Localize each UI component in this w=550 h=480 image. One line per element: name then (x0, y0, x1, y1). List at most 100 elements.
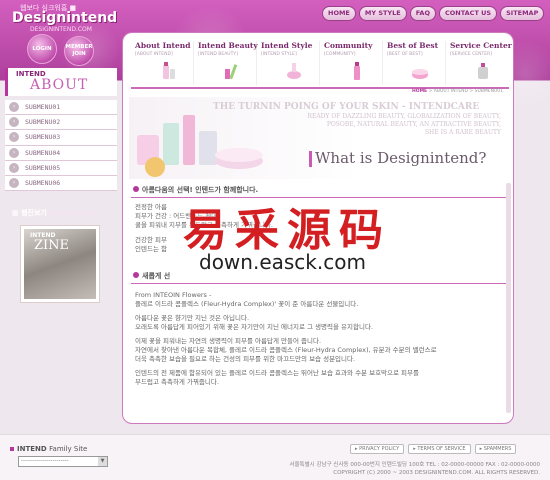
about-title: ABOUT (30, 77, 89, 93)
gnb-sub: [COMMUNITY] (324, 52, 356, 57)
paragraph-line: 더욱 촉촉한 보습을 필요로 하는 건성의 피부를 위한 마끄드만의 보습 성분… (135, 355, 356, 363)
gnb-service-center[interactable]: Service Center [SERVICE CENTER] (446, 41, 512, 85)
square-bullet-icon (10, 447, 14, 451)
hero-description: READY OF DAZZLING BEAUTY, GLOBALIZATION … (307, 113, 501, 137)
section2-body: From INTEOIN Flowers - 플레르 이드라 콤플렉스 (Fle… (135, 291, 437, 387)
gnb-sub: [INTEND BEAUTY] (198, 52, 238, 57)
hero-tagline: THE TURNIN POING OF YOUR SKIN - INTENDCA… (213, 102, 480, 112)
compact-icon (287, 63, 301, 79)
nav-contact-us[interactable]: CONTACT US (438, 6, 498, 21)
book-icon: ▦ (12, 209, 19, 217)
perfume-icon (478, 63, 488, 79)
cosmetics-product-image (137, 115, 263, 177)
copyright-line: COPYRIGHT (C) 2000 ~ 2003 DESIGNINTEND.C… (333, 470, 540, 476)
gnb-title: Community (324, 41, 373, 50)
link-label: SPAMMERS (483, 446, 512, 452)
login-button[interactable]: LOGIN (27, 34, 57, 64)
cream-jar-icon (412, 69, 428, 79)
paragraph-line: 오래도록 아름답게 피어있기 위해 꽃은 자기만이 지닌 에너지로 그 생명력을… (135, 323, 374, 331)
gnb-title: Intend Beauty (198, 41, 258, 50)
member-join-button[interactable]: MEMBER JOIN (64, 36, 94, 66)
breadcrumb-current: SUBMENU01 (474, 89, 503, 94)
submenu-label: SUBMENU03 (25, 133, 61, 142)
watermark-url: down.easck.com (196, 250, 369, 274)
hero-description-line: READY OF DAZZLING BEAUTY, GLOBALIZATION … (307, 113, 501, 120)
webzine-title: 웹진보기 (21, 209, 47, 217)
gnb-sub: [BEST OF BEST] (387, 52, 423, 57)
section-divider (131, 283, 507, 284)
watermark-cn: 易采源码 (183, 205, 391, 256)
gnb-intend-beauty[interactable]: Intend Beauty [INTEND BEAUTY] (194, 41, 258, 85)
page-title: What is Designintend? (315, 149, 487, 167)
bullet-icon (133, 186, 139, 192)
webzine-cover[interactable]: INTEND ZINE (20, 225, 100, 303)
cosmetic-bottle-icon (163, 62, 175, 79)
logo-domain: DESIGNINTEND.COM (30, 26, 92, 33)
nav-sitemap[interactable]: SITEMAP (500, 6, 545, 21)
webzine-cover-image: INTEND ZINE (24, 229, 96, 299)
gnb-title: Best of Best (387, 41, 439, 50)
section-heading-text: 아름다움의 선택! 인텐드가 함께합니다. (142, 186, 259, 194)
gnb-title: Intend Style (261, 41, 313, 50)
logo[interactable]: Designintend (12, 10, 117, 26)
privacy-policy-link[interactable]: ▸ PRIVACY POLICY (350, 444, 405, 454)
chevron-right-icon: › (9, 162, 19, 173)
submenu-list: › SUBMENU01 › SUBMENU02 › SUBMENU03 › SUBMEN… (5, 100, 117, 192)
submenu-item[interactable]: › SUBMENU05 (5, 160, 117, 176)
family-site-label: INTEND Family Site (10, 445, 87, 453)
gnb-intend-style[interactable]: Intend Style [INTEND STYLE] (257, 41, 320, 85)
paragraph-line: 인텐드의 전 제품에 함유되어 있는 플레르 이드라 콤플렉스는 뛰어난 보습 … (135, 369, 420, 377)
submenu-item[interactable]: › SUBMENU03 (5, 130, 117, 146)
submenu-label: SUBMENU05 (25, 163, 61, 172)
submenu-label: SUBMENU06 (25, 179, 61, 188)
breadcrumb: HOME > ABOUT INTEND > SUBMENU01 (412, 89, 503, 94)
gnb-best-of-best[interactable]: Best of Best [BEST OF BEST] (383, 41, 446, 85)
submenu-item[interactable]: › SUBMENU01 (5, 100, 117, 116)
gnb-sub: [INTEND STYLE] (261, 52, 297, 57)
link-label: TERMS OF SERVICE (417, 446, 466, 452)
family-site-select[interactable]: ------------------------ (18, 456, 108, 467)
gnb-title: Service Center (450, 41, 512, 50)
bullet-icon (133, 272, 139, 278)
section-heading-text: 새롭게 선 (142, 272, 171, 280)
paragraph-line: 아름다운 꽃은 향기만 지닌 것은 아닙니다. (135, 314, 250, 322)
paragraph-line: 플레르 이드라 콤플렉스 (Fleur-Hydra Complex)' 꽃이 준… (135, 300, 359, 308)
hero-description-line: POSOBE, NATURAL BEAUTY, AN ATTRACTIVE BE… (326, 121, 501, 128)
gnb-title: About Intend (135, 41, 191, 50)
main-nav: About Intend [ABOUT INTEND] Intend Beaut… (131, 41, 512, 85)
family-site-text: Family Site (49, 445, 88, 453)
chevron-right-icon: › (9, 132, 19, 143)
spammers-link[interactable]: ▸ SPAMMERS (474, 444, 517, 454)
chevron-right-icon: › (9, 178, 19, 189)
paragraph-line: From INTEOIN Flowers - (135, 291, 212, 299)
top-nav: HOME MY STYLE FAQ CONTACT US SITEMAP (322, 6, 545, 21)
submenu-label: SUBMENU02 (25, 118, 61, 127)
paragraph-line: 부드럽고 촉촉하게 가꿔줍니다. (135, 378, 219, 386)
webzine-sub: [VIEW WEBZINE] (49, 211, 96, 217)
footer-links: ▸ PRIVACY POLICY ▸ TERMS OF SERVICE ▸ SP… (350, 444, 517, 454)
breadcrumb-section[interactable]: ABOUT INTEND (434, 89, 468, 94)
breadcrumb-home[interactable]: HOME (412, 89, 427, 94)
submenu-label: SUBMENU04 (25, 148, 61, 157)
nav-faq[interactable]: FAQ (409, 6, 436, 21)
gnb-about-intend[interactable]: About Intend [ABOUT INTEND] (131, 41, 194, 85)
nav-my-style[interactable]: MY STYLE (358, 6, 407, 21)
footer-address: 서울특별시 강남구 신사동 000-00번지 인텐드빌딩 100호 TEL : … (289, 461, 540, 477)
paragraph-line: 자연에서 찾아낸 아름다운 복합체, 플레르 이드라 콤플렉스 (Fleur-H… (135, 346, 437, 354)
submenu-item[interactable]: › SUBMENU04 (5, 145, 117, 161)
family-site-brand: INTEND (17, 445, 47, 453)
hero-description-line: SHE IS A RARE BEAUTY (424, 129, 501, 136)
submenu-item[interactable]: › SUBMENU02 (5, 115, 117, 131)
submenu-item[interactable]: › SUBMENU06 (5, 175, 117, 192)
about-box: INTEND ABOUT (5, 68, 117, 96)
link-label: PRIVACY POLICY (359, 446, 400, 452)
webzine-heading: ▦ 웹진보기 [VIEW WEBZINE] (12, 208, 95, 218)
lipstick-icon (225, 64, 238, 80)
gnb-community[interactable]: Community [COMMUNITY] (320, 41, 383, 85)
chevron-right-icon: › (9, 147, 19, 158)
hero-accent-bar (309, 151, 312, 167)
gnb-sub: [SERVICE CENTER] (450, 52, 492, 57)
terms-link[interactable]: ▸ TERMS OF SERVICE (408, 444, 471, 454)
nav-home[interactable]: HOME (322, 6, 356, 21)
scrollbar[interactable] (506, 183, 511, 413)
